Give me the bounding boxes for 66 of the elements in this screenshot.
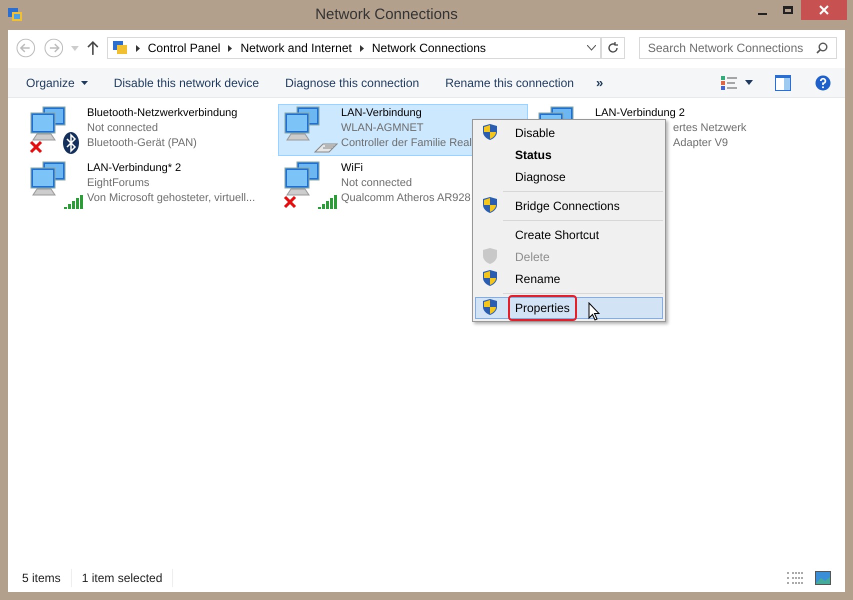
connection-item[interactable]: Bluetooth-Netzwerkverbindung Not connected Bluetooth-Gerät (PAN) — [24, 104, 274, 156]
address-bar[interactable]: Control Panel Network and Internet Network Connections — [106, 37, 602, 59]
window-title: Network Connections — [314, 4, 459, 25]
network-folder-icon — [112, 40, 128, 56]
connection-name: Bluetooth-Netzwerkverbindung — [87, 106, 238, 121]
shield-icon — [483, 299, 497, 315]
overflow-button[interactable]: » — [592, 72, 608, 92]
connection-device: Adapter V9 — [673, 136, 730, 151]
disconnected-icon — [29, 140, 43, 154]
menu-item[interactable]: Diagnose — [475, 166, 663, 188]
disconnected-icon — [283, 195, 297, 209]
up-icon[interactable] — [86, 41, 99, 55]
view-options-icon[interactable] — [721, 76, 737, 90]
signal-bars-icon — [63, 193, 85, 209]
menu-item[interactable]: Properties — [475, 297, 663, 319]
search-input[interactable]: Search Network Connections — [648, 39, 816, 57]
menu-item[interactable]: Rename — [475, 268, 663, 290]
connection-item[interactable]: LAN-Verbindung* 2 EightForums Von Microsoft gehosteter, virtuell... — [24, 159, 274, 211]
breadcrumb[interactable]: Network Connections — [372, 39, 486, 57]
caret-icon[interactable] — [587, 45, 596, 51]
search-icon — [816, 42, 828, 54]
connection-device: Qualcomm Atheros AR928 — [341, 191, 471, 206]
breadcrumb[interactable]: Network and Internet — [240, 39, 352, 57]
chevron-icon — [136, 44, 140, 52]
refresh-button[interactable] — [601, 37, 625, 59]
bluetooth-icon — [63, 132, 79, 154]
chevron-icon — [228, 44, 232, 52]
large-icons-view-icon[interactable] — [815, 571, 831, 585]
connection-status: ertes Netzwerk — [673, 121, 746, 136]
caret-icon[interactable] — [745, 80, 753, 85]
connection-status: EightForums — [87, 176, 150, 191]
help-icon[interactable] — [815, 74, 831, 90]
refresh-icon — [607, 42, 620, 54]
menu-item[interactable]: Create Shortcut — [475, 224, 663, 246]
connection-name: WiFi — [341, 161, 364, 176]
connection-name: LAN-Verbindung* 2 — [87, 161, 182, 176]
toolbar-button[interactable]: Rename this connection — [437, 68, 582, 97]
close-button[interactable] — [801, 0, 847, 20]
preview-pane-icon[interactable] — [775, 74, 791, 90]
connection-name: LAN-Verbindung 2 — [595, 106, 686, 121]
shield-icon — [483, 270, 497, 286]
close-icon — [819, 5, 829, 15]
connection-device: Controller der Familie Real — [341, 136, 472, 151]
signal-bars-icon — [317, 193, 339, 209]
toolbar-button[interactable]: Disable this network device — [106, 68, 268, 97]
chevron-icon — [360, 44, 364, 52]
connection-device: Von Microsoft gehosteter, virtuell... — [87, 191, 256, 206]
network-app-icon — [7, 7, 23, 23]
mouse-cursor-icon — [588, 302, 600, 321]
item-count: 5 items — [22, 569, 72, 587]
selection-count: 1 item selected — [72, 569, 174, 587]
breadcrumb[interactable]: Control Panel — [148, 39, 220, 57]
caret-icon — [80, 80, 88, 84]
toolbar-button[interactable]: Organize — [18, 68, 96, 97]
toolbar-button[interactable]: Diagnose this connection — [277, 68, 428, 97]
details-view-icon[interactable] — [787, 571, 803, 585]
shield-icon — [483, 124, 497, 140]
shield-icon — [483, 197, 497, 213]
connection-status: WLAN-AGMNET — [341, 121, 424, 136]
search-field[interactable]: Search Network Connections — [638, 37, 837, 59]
connection-name: LAN-Verbindung — [341, 106, 423, 121]
connection-status: Not connected — [87, 121, 159, 136]
shield-icon — [483, 248, 497, 264]
menu-item[interactable]: Bridge Connections — [475, 195, 663, 217]
connection-device: Bluetooth-Gerät (PAN) — [87, 136, 198, 151]
connection-status: Not connected — [341, 176, 413, 191]
